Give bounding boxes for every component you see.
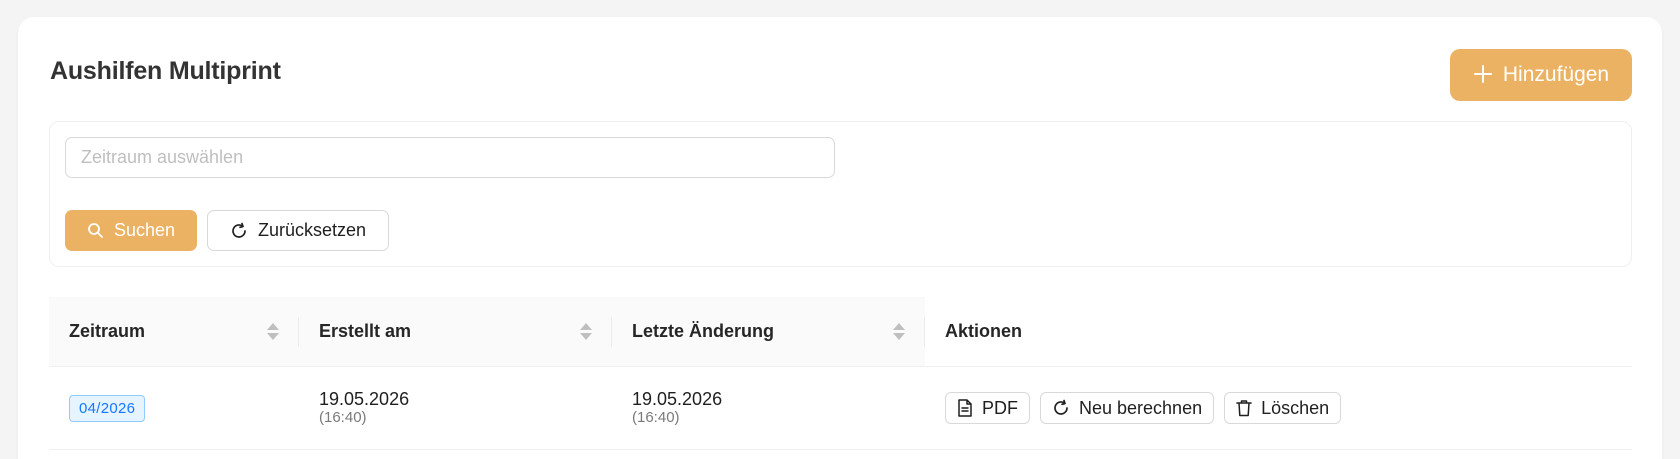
cell-period: 04/2026 xyxy=(49,367,299,449)
multiprint-table: Zeitraum Erstellt am Letzte Änderung Akt… xyxy=(49,297,1632,450)
delete-button[interactable]: Löschen xyxy=(1224,392,1342,424)
reset-button-label: Zurücksetzen xyxy=(257,220,367,240)
search-button-label: Suchen xyxy=(113,220,176,240)
search-button[interactable]: Suchen xyxy=(65,210,197,251)
period-picker-input[interactable] xyxy=(65,137,835,178)
created-date: 19.05.2026 xyxy=(319,389,410,409)
column-header-actions: Aktionen xyxy=(925,297,1632,367)
period-tag[interactable]: 04/2026 xyxy=(69,394,146,422)
modified-time: (16:40) xyxy=(632,409,680,426)
reload-icon xyxy=(230,222,248,240)
page-title: Aushilfen Multiprint xyxy=(50,57,281,85)
trash-icon xyxy=(1236,399,1252,417)
column-header-period[interactable]: Zeitraum xyxy=(49,297,299,367)
column-header-modified[interactable]: Letzte Änderung xyxy=(612,297,925,367)
cell-modified: 19.05.2026 (16:40) xyxy=(612,367,925,449)
add-button[interactable]: Hinzufügen xyxy=(1450,49,1632,101)
column-header-created[interactable]: Erstellt am xyxy=(299,297,612,367)
cell-actions: PDF Neu berechnen Löschen xyxy=(925,367,1632,449)
sort-icon[interactable] xyxy=(580,323,592,340)
cell-created: 19.05.2026 (16:40) xyxy=(299,367,612,449)
search-icon xyxy=(87,222,104,239)
plus-icon xyxy=(1473,64,1493,84)
main-card: Aushilfen Multiprint Hinzufügen Suchen Z… xyxy=(18,17,1662,459)
file-pdf-icon xyxy=(957,399,973,417)
filter-panel: Suchen Zurücksetzen xyxy=(49,121,1632,267)
reset-button[interactable]: Zurücksetzen xyxy=(207,210,389,251)
table-header: Zeitraum Erstellt am Letzte Änderung Akt… xyxy=(49,297,1632,367)
add-button-label: Hinzufügen xyxy=(1502,63,1610,86)
modified-date: 19.05.2026 xyxy=(632,389,723,409)
pdf-button[interactable]: PDF xyxy=(945,392,1030,424)
sort-icon[interactable] xyxy=(267,323,279,340)
created-time: (16:40) xyxy=(319,409,367,426)
table-row: 04/2026 19.05.2026 (16:40) 19.05.2026 (1… xyxy=(49,367,1632,450)
sort-icon[interactable] xyxy=(893,323,905,340)
recalculate-button[interactable]: Neu berechnen xyxy=(1040,392,1215,424)
reload-icon xyxy=(1052,399,1070,417)
